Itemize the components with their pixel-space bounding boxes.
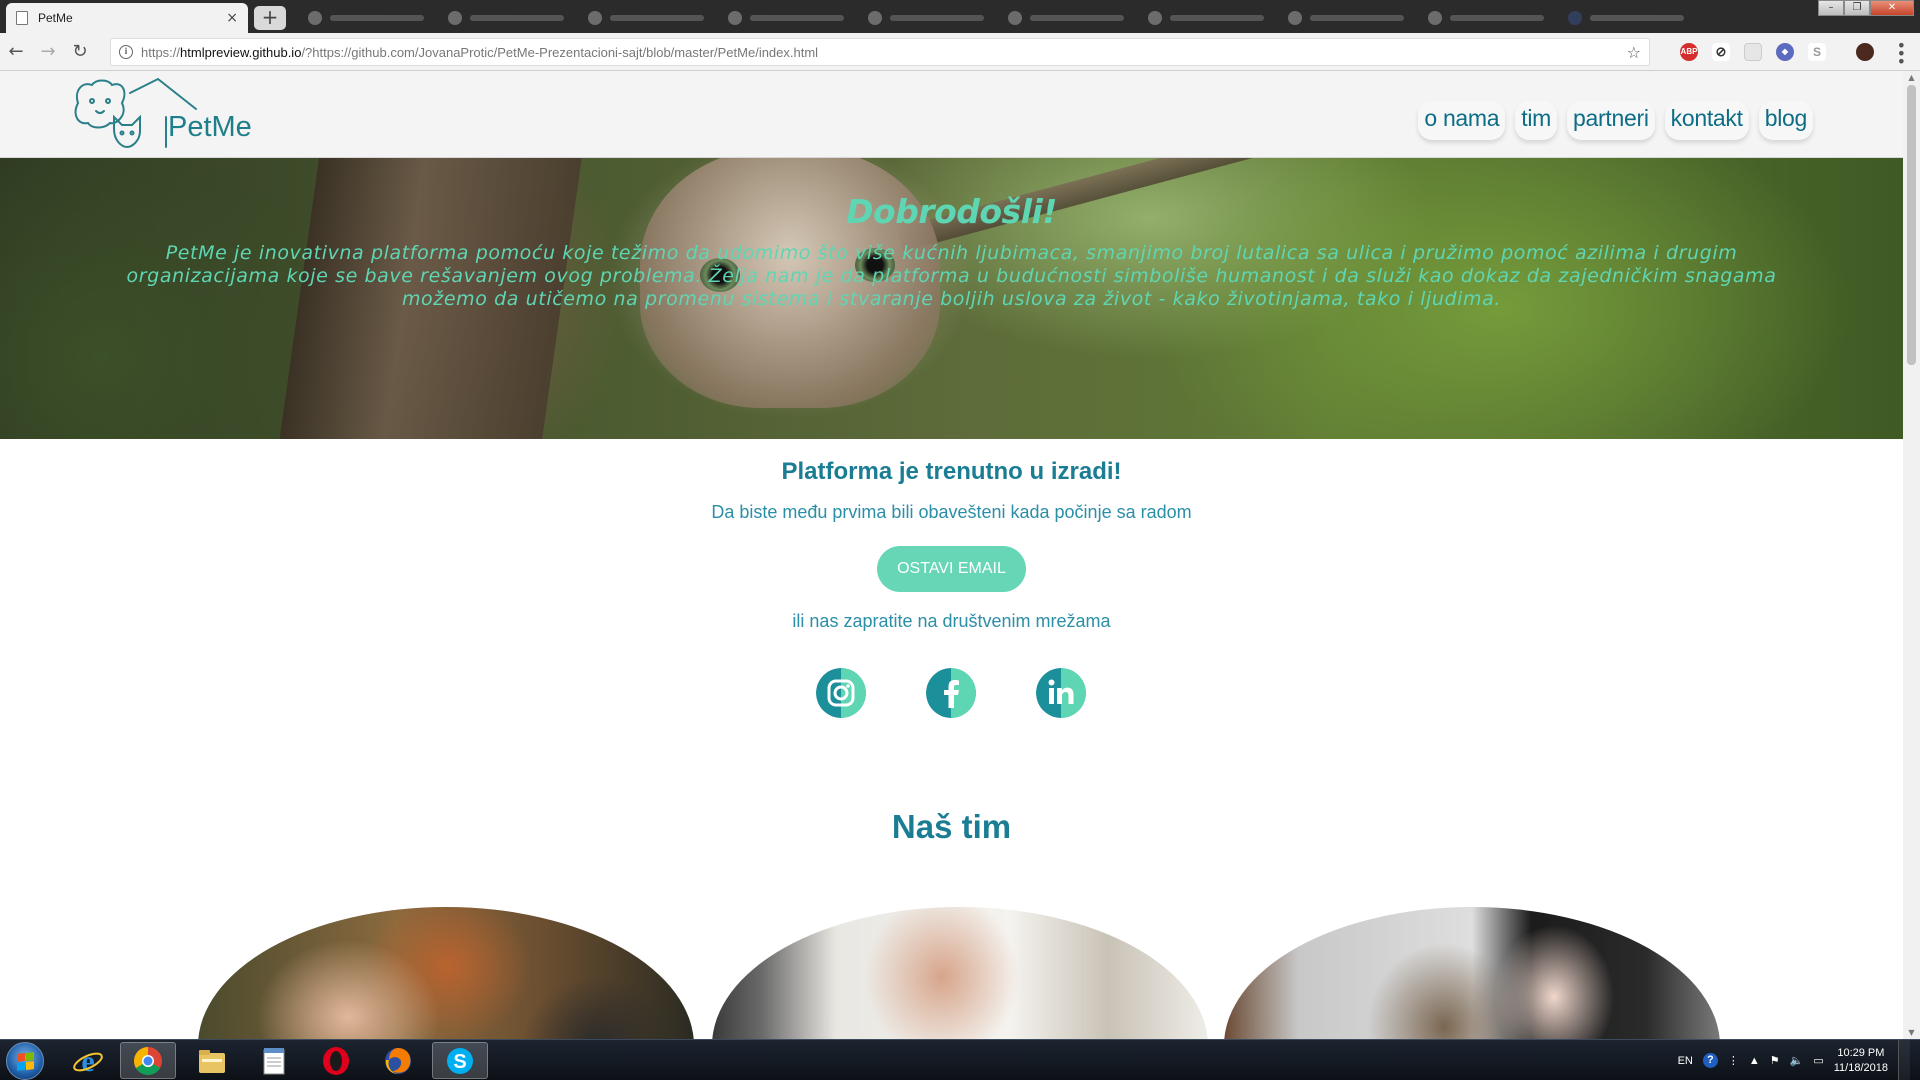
logo-text: PetMe [168, 111, 252, 143]
windows-logo-icon [17, 1052, 34, 1071]
extension-icon[interactable] [1744, 43, 1762, 61]
start-button[interactable] [6, 1042, 44, 1080]
github-icon [1008, 11, 1022, 25]
svg-text:e: e [81, 1045, 94, 1077]
main-nav: o nama tim partneri kontakt blog [1418, 101, 1813, 140]
show-desktop-button[interactable] [1898, 1040, 1910, 1080]
action-center-flag-icon[interactable]: ⚑ [1770, 1054, 1780, 1067]
github-icon [308, 11, 322, 25]
window-close-button[interactable]: ✕ [1870, 0, 1914, 16]
clock-date: 11/18/2018 [1833, 1061, 1888, 1074]
background-tab[interactable] [580, 7, 712, 29]
background-tab[interactable] [720, 7, 852, 29]
menu-kebab-icon[interactable]: • • • [1897, 38, 1906, 70]
url-text[interactable]: https://htmlpreview.github.io/?https://g… [141, 45, 1627, 60]
chrome-icon[interactable] [120, 1042, 176, 1079]
background-tab[interactable] [300, 7, 432, 29]
minimize-button[interactable]: – [1818, 0, 1844, 16]
network-status-icon[interactable]: ⋮ [1728, 1054, 1739, 1067]
profile-avatar[interactable] [1856, 43, 1874, 61]
github-icon [1148, 11, 1162, 25]
github-icon [588, 11, 602, 25]
hero-title: Dobrodošli! [846, 192, 1057, 231]
scroll-up-arrow-icon[interactable]: ▲ [1903, 73, 1920, 82]
skype-icon[interactable]: S [432, 1042, 488, 1079]
browser-toolbar: ← → ↻ i https://htmlpreview.github.io/?h… [0, 33, 1920, 71]
shield-extension-icon[interactable]: ◆ [1776, 43, 1794, 61]
github-icon [868, 11, 882, 25]
system-tray: EN ? ⋮ ▲ ⚑ 🔈 ▭ 10:29 PM 11/18/2018 [1678, 1040, 1920, 1080]
github-icon [1428, 11, 1442, 25]
site-info-icon[interactable]: i [119, 45, 133, 59]
svg-text:S: S [453, 1051, 466, 1073]
linkedin-icon[interactable] [1036, 668, 1086, 718]
restore-button[interactable]: ❐ [1844, 0, 1870, 16]
forward-arrow-icon[interactable]: → [32, 41, 64, 62]
system-clock[interactable]: 10:29 PM 11/18/2018 [1834, 1046, 1888, 1076]
background-tab[interactable] [1140, 7, 1272, 29]
notify-text: Da biste među prvima bili obavešteni kad… [711, 502, 1192, 522]
firefox-icon[interactable] [370, 1042, 426, 1079]
adblock-plus-icon[interactable]: ABP [1680, 43, 1698, 61]
background-tab[interactable] [1280, 7, 1412, 29]
sync-icon[interactable]: ⊘ [1712, 43, 1730, 61]
skype-extension-icon[interactable]: S [1808, 43, 1826, 61]
bookmark-star-icon[interactable]: ☆ [1627, 43, 1641, 62]
github-icon [1288, 11, 1302, 25]
github-icon [448, 11, 462, 25]
social-text: ili nas zapratite na društvenim mrežama [792, 611, 1111, 631]
page-favicon-icon [16, 11, 28, 25]
tab-strip: PetMe × + – ❐ ✕ [0, 0, 1920, 33]
github-icon [728, 11, 742, 25]
notepad-icon[interactable] [246, 1042, 302, 1079]
back-arrow-icon[interactable]: ← [0, 41, 32, 62]
construction-title: Platforma je trenutno u izradi! [781, 458, 1122, 485]
show-hidden-icons-icon[interactable]: ▲ [1749, 1055, 1760, 1067]
help-icon[interactable]: ? [1702, 1053, 1718, 1068]
petme-logo[interactable]: PetMe [70, 73, 260, 153]
background-tab[interactable] [1420, 7, 1552, 29]
tab-close-icon[interactable]: × [226, 10, 238, 26]
background-tab[interactable] [1560, 7, 1692, 29]
facebook-tab-icon [1568, 11, 1582, 25]
team-member-photo[interactable] [712, 907, 1208, 1039]
nav-link-o-nama[interactable]: o nama [1418, 101, 1506, 140]
volume-icon[interactable]: 🔈 [1790, 1054, 1804, 1067]
instagram-icon[interactable] [816, 668, 866, 718]
site-header: PetMe o nama tim partneri kontakt blog [0, 71, 1903, 158]
tab-petme[interactable]: PetMe × [6, 3, 248, 33]
facebook-icon[interactable] [926, 668, 976, 718]
nav-link-kontakt[interactable]: kontakt [1664, 101, 1749, 140]
display-icon[interactable]: ▭ [1813, 1054, 1823, 1067]
nav-link-partneri[interactable]: partneri [1567, 101, 1655, 140]
window-controls: – ❐ ✕ [1818, 0, 1914, 16]
language-indicator[interactable]: EN [1678, 1055, 1693, 1067]
page-scrollbar[interactable]: ▲ ▼ [1903, 71, 1920, 1039]
leave-email-button[interactable]: OSTAVI EMAIL [877, 546, 1026, 592]
page-viewport: PetMe o nama tim partneri kontakt blog D… [0, 71, 1903, 1039]
scrollbar-thumb[interactable] [1907, 85, 1916, 365]
opera-icon[interactable] [308, 1042, 364, 1079]
windows-taskbar: e S EN ? ⋮ ▲ ⚑ 🔈 ▭ 10:29 PM 11/18/2018 [0, 1039, 1920, 1080]
internet-explorer-icon[interactable]: e [60, 1042, 116, 1079]
scroll-down-arrow-icon[interactable]: ▼ [1903, 1028, 1920, 1037]
reload-icon[interactable]: ↻ [64, 41, 96, 62]
team-member-photo[interactable] [1224, 907, 1720, 1039]
background-tab[interactable] [860, 7, 992, 29]
hero-description: PetMe je inovativna platforma pomoću koj… [126, 242, 1777, 310]
tab-title: PetMe [38, 11, 73, 25]
address-bar[interactable]: i https://htmlpreview.github.io/?https:/… [110, 38, 1650, 66]
background-tab[interactable] [1000, 7, 1132, 29]
new-tab-button[interactable]: + [254, 6, 286, 30]
file-explorer-icon[interactable] [184, 1042, 240, 1079]
team-section-title: Naš tim [891, 808, 1012, 845]
nav-link-tim[interactable]: tim [1515, 101, 1558, 140]
team-member-photo[interactable] [198, 907, 694, 1039]
hero-banner: Dobrodošli! PetMe je inovativna platform… [0, 158, 1903, 439]
clock-time: 10:29 PM [1837, 1046, 1885, 1059]
background-tab[interactable] [440, 7, 572, 29]
nav-link-blog[interactable]: blog [1758, 101, 1813, 140]
